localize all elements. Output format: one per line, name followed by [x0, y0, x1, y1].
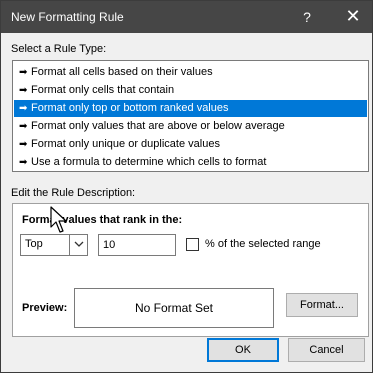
rule-type-label: Select a Rule Type:: [11, 43, 107, 55]
arrow-icon: ➡: [19, 103, 28, 114]
cancel-button[interactable]: Cancel: [288, 338, 365, 362]
rule-item-formula[interactable]: ➡ Use a formula to determine which cells …: [14, 154, 367, 171]
arrow-icon: ➡: [19, 157, 28, 168]
rule-item-label: Format all cells based on their values: [31, 66, 213, 78]
titlebar[interactable]: New Formatting Rule ? ✕: [1, 1, 372, 33]
rule-item-label: Format only values that are above or bel…: [31, 120, 285, 132]
format-button[interactable]: Format...: [286, 293, 358, 317]
window-title: New Formatting Rule: [11, 10, 124, 24]
arrow-icon: ➡: [19, 121, 28, 132]
arrow-icon: ➡: [19, 139, 28, 150]
arrow-icon: ➡: [19, 85, 28, 96]
rule-item-label: Format only cells that contain: [31, 84, 175, 96]
rule-item-cells-contain[interactable]: ➡ Format only cells that contain: [14, 82, 367, 99]
percent-checkbox[interactable]: [186, 238, 199, 251]
rule-item-label: Format only unique or duplicate values: [31, 138, 220, 150]
rule-item-above-below-average[interactable]: ➡ Format only values that are above or be…: [14, 118, 367, 135]
rule-item-top-bottom[interactable]: ➡ Format only top or bottom ranked values: [14, 100, 367, 117]
arrow-icon: ➡: [19, 67, 28, 78]
rule-type-list[interactable]: ➡ Format all cells based on their values …: [12, 60, 369, 172]
close-icon[interactable]: ✕: [335, 1, 371, 33]
new-formatting-rule-dialog: New Formatting Rule ? ✕ Select a Rule Ty…: [0, 0, 373, 373]
background-strip: [373, 0, 380, 373]
mouse-pointer-icon: [50, 206, 67, 233]
rule-item-label: Format only top or bottom ranked values: [31, 102, 229, 114]
help-icon[interactable]: ?: [289, 1, 325, 33]
ok-button[interactable]: OK: [207, 338, 279, 362]
rank-count-input[interactable]: [98, 234, 176, 256]
preview-label: Preview:: [22, 302, 68, 314]
chevron-down-icon[interactable]: [69, 235, 87, 255]
rank-direction-select[interactable]: Top: [20, 234, 88, 256]
rank-heading: Format values that rank in the:: [22, 214, 183, 226]
rule-item-unique-duplicate[interactable]: ➡ Format only unique or duplicate values: [14, 136, 367, 153]
preview-box: No Format Set: [74, 288, 274, 328]
rule-description-label: Edit the Rule Description:: [11, 187, 136, 199]
rank-direction-value: Top: [25, 238, 43, 250]
rule-item-all-cells[interactable]: ➡ Format all cells based on their values: [14, 64, 367, 81]
rule-item-label: Use a formula to determine which cells t…: [31, 156, 267, 168]
percent-checkbox-label: % of the selected range: [205, 238, 321, 250]
